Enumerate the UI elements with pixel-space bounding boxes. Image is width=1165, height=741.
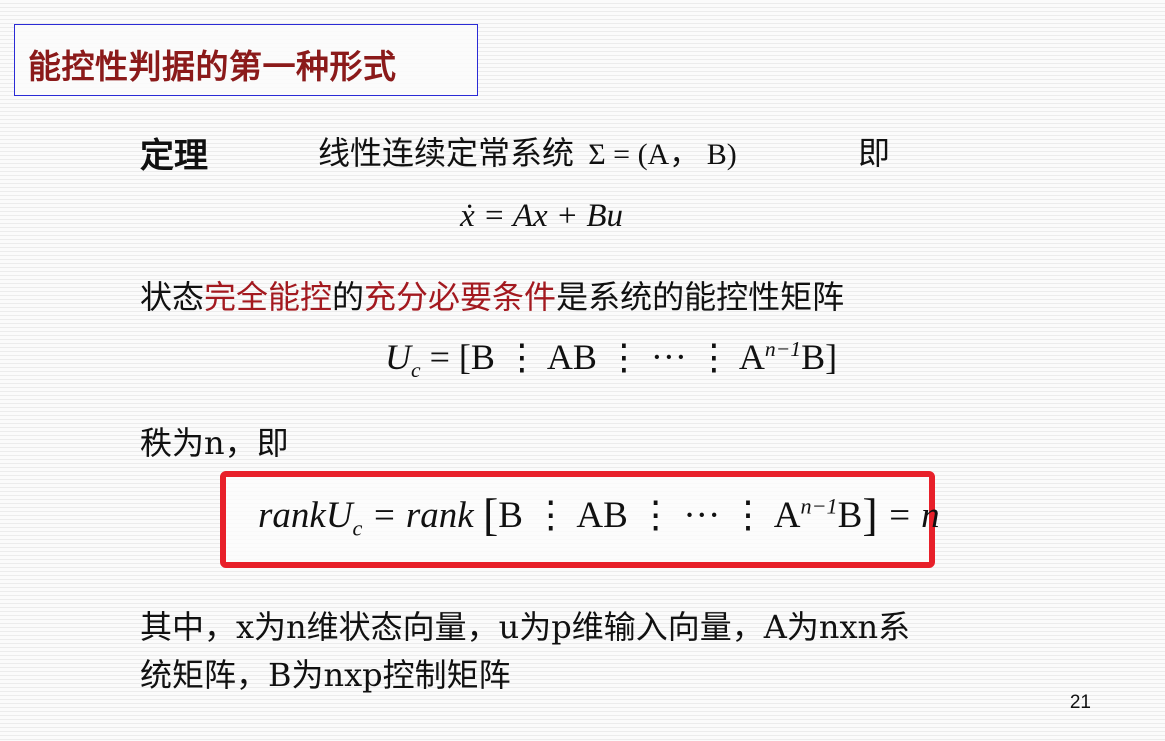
condition-part5: 是系统的能控性矩阵 (556, 278, 845, 316)
rank-bracket-pre: B ⋮ AB ⋮ ··· ⋮ A (498, 495, 801, 536)
rank-formula: rankUc = rank [B ⋮ AB ⋮ ··· ⋮ An−1B] = n (258, 488, 940, 541)
right-bracket-icon: ] (862, 489, 878, 540)
rank-bracket-post: B (837, 495, 863, 536)
theorem-ji: 即 (858, 134, 891, 172)
uc-symbol: U (385, 337, 411, 377)
condition-part1: 状态 (140, 278, 205, 316)
note-line-1: 其中，x为n维状态向量，u为p维输入向量，A为nxn系 (140, 608, 911, 646)
controllability-matrix: Uc = [B ⋮ AB ⋮ ··· ⋮ An−1B] (385, 336, 837, 383)
slide-title: 能控性判据的第一种形式 (28, 47, 397, 86)
uc-rhs-post: B] (801, 337, 838, 377)
uc-exponent: n−1 (764, 337, 802, 361)
rank-intro: 秩为n，即 (140, 424, 289, 462)
condition-complete-controllable: 完全能控 (204, 278, 333, 316)
condition-necessary-sufficient: 充分必要条件 (364, 278, 557, 316)
rank-equals-rank: = rank (371, 495, 474, 536)
page-number: 21 (1069, 692, 1091, 713)
rank-uc: rankU (258, 495, 353, 536)
rank-equals-n: = n (886, 495, 940, 536)
rank-exponent: n−1 (800, 493, 838, 519)
system-tuple: Σ = (A， B) (588, 138, 737, 171)
condition-line: 状态完全能控的充分必要条件是系统的能控性矩阵 (140, 272, 844, 318)
uc-rhs-pre: = [B ⋮ AB ⋮ ··· ⋮ A (429, 337, 765, 377)
theorem-label: 定理 (140, 136, 208, 176)
state-equation: ẋ = Ax + Bu (460, 198, 624, 234)
condition-part3: 的 (332, 278, 365, 316)
uc-subscript: c (411, 358, 421, 383)
rank-uc-subscript: c (352, 515, 363, 541)
left-bracket-icon: [ (482, 489, 499, 540)
theorem-statement: 线性连续定常系统 Σ = (A， B) (318, 128, 737, 174)
note-line-2: 统矩阵，B为nxp控制矩阵 (140, 656, 511, 694)
theorem-statement-text: 线性连续定常系统 (318, 134, 575, 172)
